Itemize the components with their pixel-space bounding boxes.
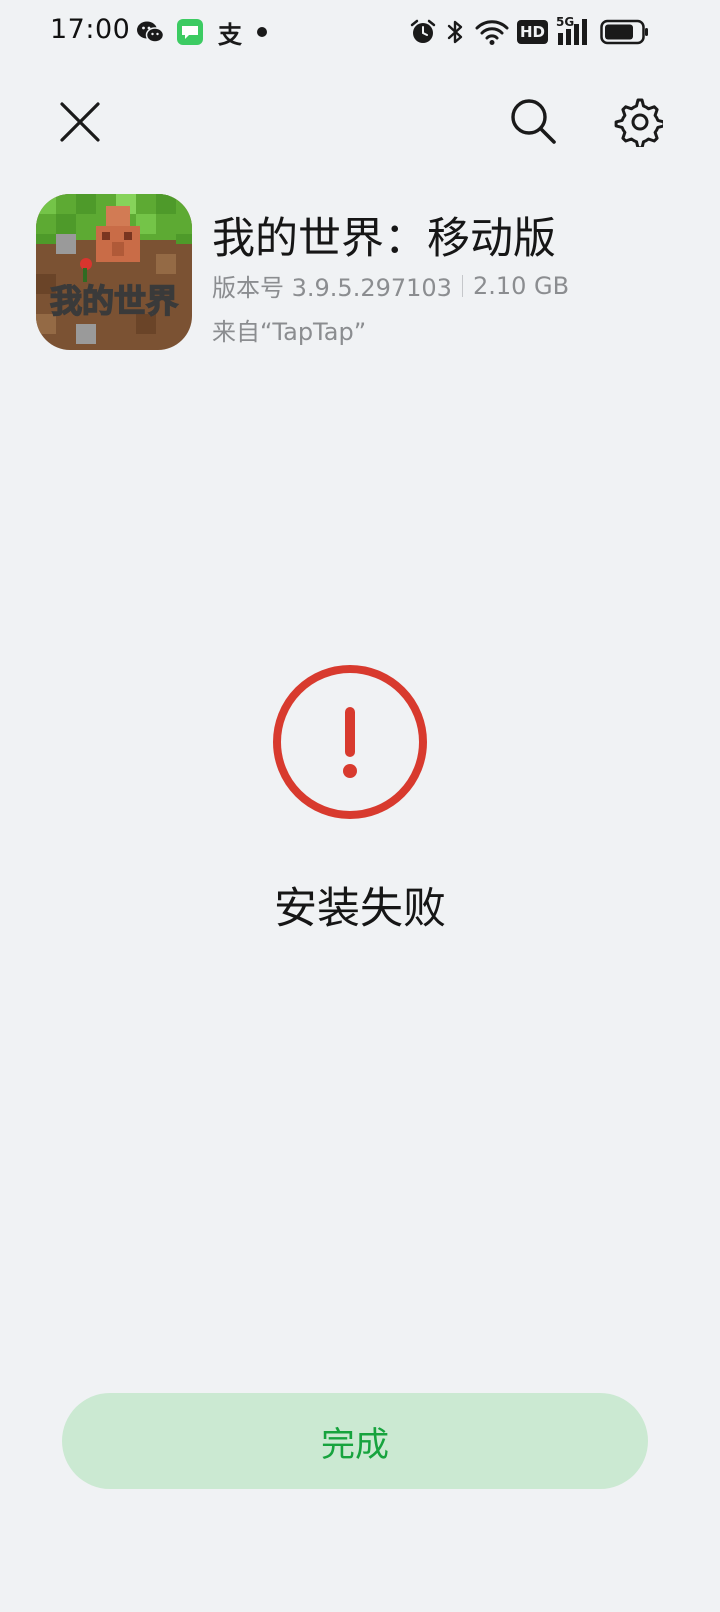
app-size: 2.10 GB: [472, 271, 570, 300]
warning-circle-icon: [270, 664, 430, 824]
app-version: 版本号 3.9.5.297103: [212, 274, 452, 302]
search-icon: [511, 99, 556, 144]
close-button[interactable]: [48, 90, 112, 154]
app-source: 来自“TapTap”: [212, 318, 367, 346]
status-left-icons: 支: [136, 16, 268, 49]
close-icon: [60, 102, 100, 142]
done-button[interactable]: 完成: [62, 1393, 648, 1489]
alipay-icon: 支: [218, 20, 242, 49]
dot-icon: [256, 26, 268, 38]
battery-icon: [600, 19, 650, 45]
status-right-icons: HD 5G: [409, 14, 650, 50]
install-status-text: 安装失败: [274, 884, 446, 934]
app-title: 我的世界：移动版: [212, 214, 556, 264]
signal-5g-icon: 5G: [556, 15, 592, 47]
search-button[interactable]: [502, 90, 566, 154]
wechat-icon: [136, 20, 164, 44]
alarm-icon: [409, 18, 437, 46]
status-time: 17:00: [50, 14, 131, 45]
minecraft-logo-icon: 我的世界: [36, 194, 192, 350]
meta-divider: [461, 274, 463, 297]
status-bar: 17:00 支 HD 5G: [0, 0, 720, 64]
app-meta: 版本号 3.9.5.297103 2.10 GB: [212, 268, 569, 303]
settings-button[interactable]: [606, 90, 670, 154]
installer-screen: 17:00 支 HD 5G 我的世界 我的世界：移动版 版本号 3.9.5.29…: [0, 0, 720, 1612]
messages-icon: [176, 18, 204, 46]
hd-icon: HD: [516, 20, 548, 44]
app-icon-text: 我的世界: [50, 282, 178, 320]
app-icon: 我的世界: [36, 194, 192, 350]
bluetooth-icon: [445, 18, 467, 46]
wifi-icon: [475, 18, 509, 46]
gear-icon: [614, 98, 663, 147]
hd-label: HD: [519, 23, 545, 41]
